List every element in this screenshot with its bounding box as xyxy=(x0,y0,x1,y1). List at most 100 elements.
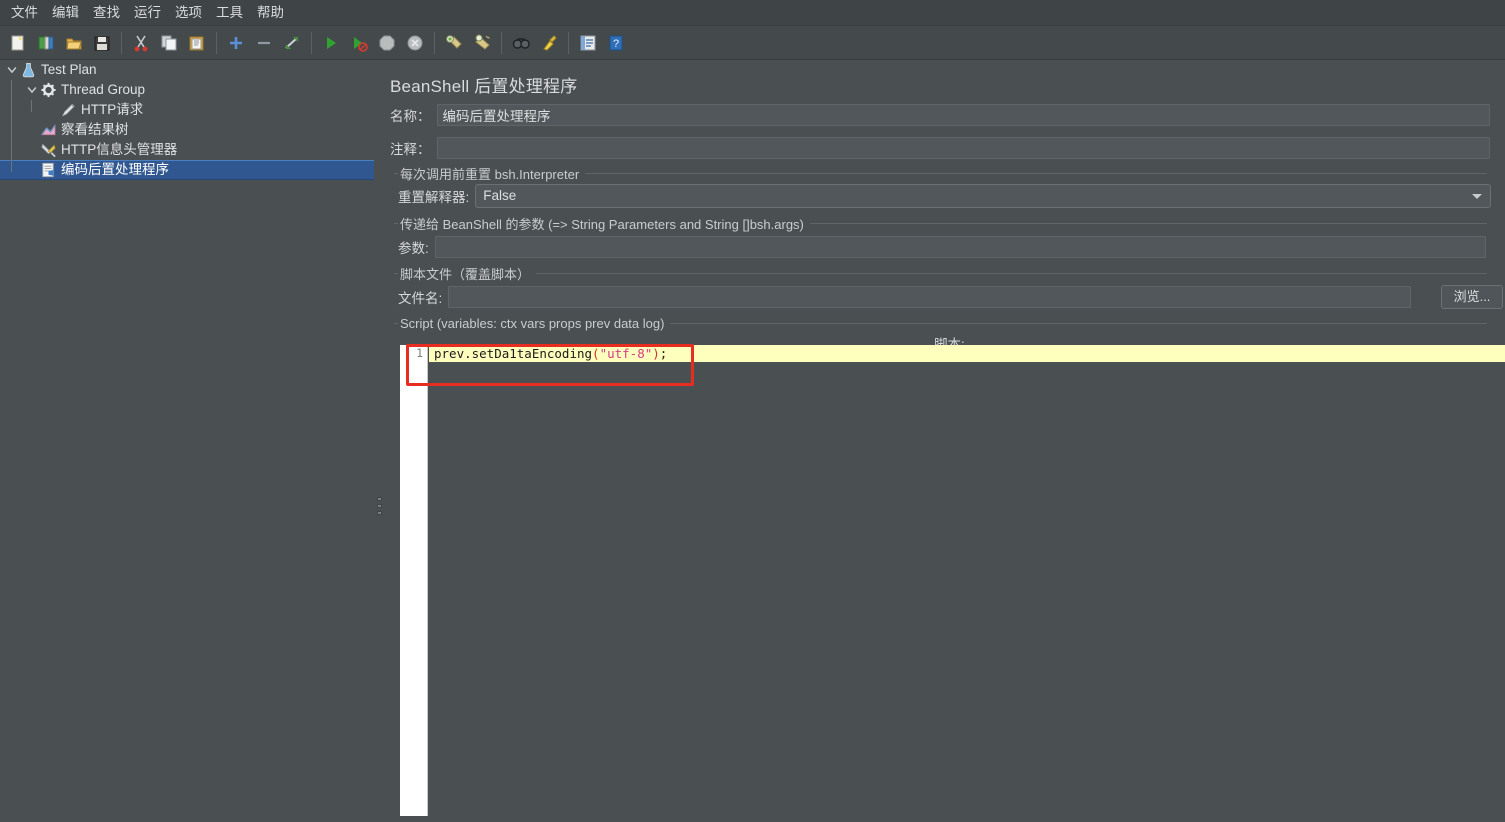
name-input[interactable] xyxy=(437,104,1490,126)
tree-node-header-manager[interactable]: HTTP信息头管理器 xyxy=(0,140,374,160)
toolbar-separator xyxy=(216,32,217,54)
beanshell-postprocessor-icon xyxy=(40,162,57,179)
reset-interpreter-group-caption: 每次调用前重置 bsh.Interpreter xyxy=(394,166,1487,180)
chevron-down-icon[interactable] xyxy=(24,82,40,98)
reset-interpreter-caption-text: 每次调用前重置 bsh.Interpreter xyxy=(398,164,585,183)
tree-node-label: HTTP请求 xyxy=(81,103,143,117)
save-icon[interactable] xyxy=(89,30,115,56)
start-icon[interactable] xyxy=(318,30,344,56)
reset-interpreter-combo[interactable]: False xyxy=(475,184,1491,208)
toolbar-separator xyxy=(501,32,502,54)
tree-node-encoding-postprocessor[interactable]: 编码后置处理程序 xyxy=(0,160,374,180)
editor-code-area[interactable]: prev.setDa1taEncoding("utf-8"); xyxy=(429,345,1505,822)
toolbar-separator xyxy=(434,32,435,54)
tree-node-label: Thread Group xyxy=(61,83,145,97)
filename-label: 文件名: xyxy=(398,287,442,307)
tree-node-test-plan[interactable]: Test Plan xyxy=(0,60,374,80)
script-editor[interactable]: 1 prev.setDa1taEncoding("utf-8"); xyxy=(400,345,1505,822)
chevron-down-icon xyxy=(1472,194,1482,199)
comment-label: 注释： xyxy=(390,138,431,158)
menu-run[interactable]: 运行 xyxy=(127,3,168,23)
editor-line-number: 1 xyxy=(400,345,427,362)
help-icon[interactable]: ? xyxy=(603,30,629,56)
collapse-all-icon[interactable] xyxy=(251,30,277,56)
tree-guide-line xyxy=(31,100,32,112)
clear-icon[interactable] xyxy=(441,30,467,56)
tree-guide-line xyxy=(11,80,12,172)
panel-splitter[interactable] xyxy=(374,60,384,822)
tree-twisty-placeholder xyxy=(24,122,40,138)
tree-twisty-placeholder xyxy=(44,102,60,118)
comment-input[interactable] xyxy=(437,137,1490,159)
script-file-caption-text: 脚本文件（覆盖脚本） xyxy=(398,264,536,283)
code-token-plain: prev.setDa1taEncoding xyxy=(434,346,592,361)
menu-help[interactable]: 帮助 xyxy=(250,3,291,23)
open-folder-icon[interactable] xyxy=(61,30,87,56)
search-icon[interactable] xyxy=(508,30,534,56)
view-results-tree-icon xyxy=(40,122,57,139)
stop-icon[interactable] xyxy=(374,30,400,56)
toolbar-separator xyxy=(311,32,312,54)
header-manager-icon xyxy=(40,142,57,159)
paste-icon[interactable] xyxy=(184,30,210,56)
cut-icon[interactable] xyxy=(128,30,154,56)
svg-text:?: ? xyxy=(613,38,619,50)
menu-options[interactable]: 选项 xyxy=(168,3,209,23)
menu-edit[interactable]: 编辑 xyxy=(45,3,86,23)
parameters-input[interactable] xyxy=(435,236,1486,258)
parameters-group-caption: 传递给 BeanShell 的参数 (=> String Parameters … xyxy=(394,216,1487,230)
editor-gutter: 1 xyxy=(400,345,428,816)
filename-row: 文件名: xyxy=(398,286,1491,308)
parameters-caption-text: 传递给 BeanShell 的参数 (=> String Parameters … xyxy=(398,214,810,233)
copy-icon[interactable] xyxy=(156,30,182,56)
start-no-pauses-icon[interactable] xyxy=(346,30,372,56)
test-plan-tree[interactable]: Test Plan Thread Group HTTP请求察看结果树 HTTP信息头管… xyxy=(0,60,375,822)
tree-node-label: Test Plan xyxy=(41,63,97,77)
menu-search[interactable]: 查找 xyxy=(86,3,127,23)
menu-bar: 文件编辑查找运行选项工具帮助 xyxy=(0,0,1505,26)
editor-code-line[interactable]: prev.setDa1taEncoding("utf-8"); xyxy=(429,345,1505,362)
reset-interpreter-row: 重置解释器: False xyxy=(398,184,1491,208)
function-helper-icon[interactable] xyxy=(575,30,601,56)
script-group-caption: Script (variables: ctx vars props prev d… xyxy=(394,316,1487,330)
parameters-row: 参数: xyxy=(398,236,1491,258)
tree-twisty-placeholder xyxy=(24,162,40,178)
search-reset-icon[interactable] xyxy=(536,30,562,56)
browse-button[interactable]: 浏览... xyxy=(1441,285,1503,309)
reset-interpreter-label: 重置解释器: xyxy=(398,186,469,206)
tree-node-view-results-tree[interactable]: 察看结果树 xyxy=(0,120,374,140)
reset-interpreter-value: False xyxy=(483,188,516,203)
thread-group-icon xyxy=(40,82,57,99)
splitter-grip[interactable] xyxy=(377,497,382,518)
toolbar-separator xyxy=(121,32,122,54)
name-label: 名称： xyxy=(390,105,431,125)
tree-node-label: 编码后置处理程序 xyxy=(61,163,169,177)
name-row: 名称： xyxy=(390,104,1491,126)
expand-all-icon[interactable] xyxy=(223,30,249,56)
toolbar-separator xyxy=(568,32,569,54)
tree-node-thread-group[interactable]: Thread Group xyxy=(0,80,374,100)
comment-row: 注释： xyxy=(390,137,1491,159)
page-title: BeanShell 后置处理程序 xyxy=(390,72,577,97)
menu-file[interactable]: 文件 xyxy=(4,3,45,23)
new-document-icon[interactable] xyxy=(5,30,31,56)
code-token-punct: ( xyxy=(592,346,600,361)
code-token-string: "utf-8" xyxy=(600,346,653,361)
chevron-down-icon[interactable] xyxy=(4,62,20,78)
tree-twisty-placeholder xyxy=(24,142,40,158)
filename-input[interactable] xyxy=(448,286,1411,308)
code-token-punct: ) xyxy=(652,346,660,361)
parameters-label: 参数: xyxy=(398,237,429,257)
test-plan-icon xyxy=(20,62,37,79)
toolbar: ? xyxy=(0,26,1505,60)
shutdown-icon[interactable] xyxy=(402,30,428,56)
tree-node-http-request[interactable]: HTTP请求 xyxy=(0,100,374,120)
http-request-icon xyxy=(60,102,77,119)
clear-all-icon[interactable] xyxy=(469,30,495,56)
templates-icon[interactable] xyxy=(33,30,59,56)
menu-tools[interactable]: 工具 xyxy=(209,3,250,23)
toggle-icon[interactable] xyxy=(279,30,305,56)
tree-node-label: 察看结果树 xyxy=(61,123,129,137)
script-caption-text: Script (variables: ctx vars props prev d… xyxy=(398,316,670,331)
editor-blank-line[interactable] xyxy=(429,362,1505,379)
